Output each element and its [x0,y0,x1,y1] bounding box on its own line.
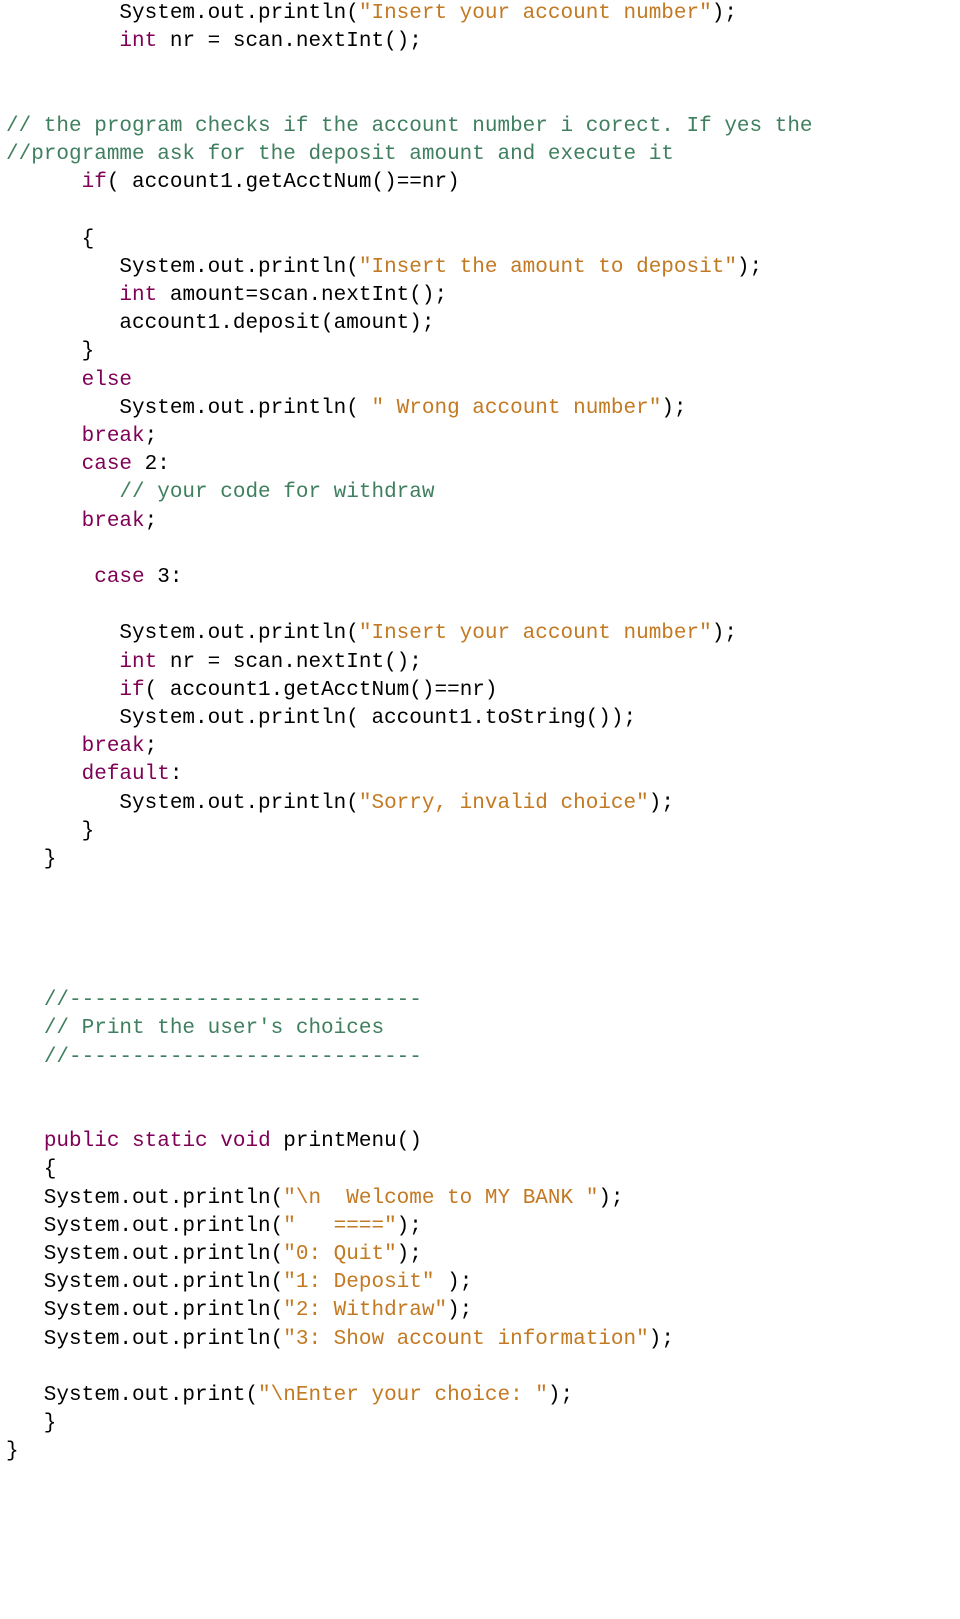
string-literal: "3: Show account information" [283,1328,648,1351]
keyword: if [119,679,144,702]
string-literal: "\nEnter your choice: " [258,1384,548,1407]
code-text [6,30,119,53]
code-text: ( account1.getAcctNum()==nr) [145,679,498,702]
comment: // your code for withdraw [119,481,434,504]
code-text: ); [712,2,737,25]
code-text [6,651,119,674]
code-text [6,566,94,589]
code-text: System.out.print( [6,1384,258,1407]
keyword: if [82,171,107,194]
code-text: System.out.println( [6,1328,283,1351]
code-text [6,453,82,476]
code-text [6,425,82,448]
code-text [6,679,119,702]
code-text: ); [737,256,762,279]
code-block: System.out.println("Insert your account … [0,0,960,1467]
code-text: System.out.println( [6,792,359,815]
keyword: break [82,425,145,448]
code-text: 2: [132,453,170,476]
code-text: ); [661,397,686,420]
keyword: int [119,284,157,307]
string-literal: "1: Deposit" [283,1271,434,1294]
code-text: System.out.println( [6,397,371,420]
code-text [6,1046,44,1069]
code-text [6,1130,44,1153]
code-text: System.out.println( [6,1271,283,1294]
code-text: ); [649,1328,674,1351]
code-text: System.out.println( [6,1243,283,1266]
code-text: } [6,820,94,843]
code-text: 3: [145,566,183,589]
code-text: System.out.println( [6,2,359,25]
keyword: int [119,30,157,53]
code-text: System.out.println( [6,1187,283,1210]
code-text: nr = scan.nextInt(); [157,651,422,674]
comment: // the program checks if the account num… [6,115,813,138]
code-text: { [6,228,94,251]
code-text: System.out.println( [6,256,359,279]
code-text: } [6,1440,19,1463]
code-text [6,284,119,307]
code-text: System.out.println( [6,1215,283,1238]
code-text: } [6,848,56,871]
code-text [6,735,82,758]
code-text: account1.deposit(amount); [6,312,434,335]
code-text: printMenu() [271,1130,422,1153]
code-text [6,510,82,533]
keyword: else [82,369,132,392]
code-text: ); [397,1215,422,1238]
string-literal: " ====" [283,1215,396,1238]
code-text: ); [397,1243,422,1266]
code-text: ; [145,425,158,448]
comment: //---------------------------- [44,989,422,1012]
code-text: System.out.println( [6,1299,283,1322]
code-text: ); [649,792,674,815]
code-text: ); [548,1384,573,1407]
code-text: ); [447,1299,472,1322]
code-text [6,1017,44,1040]
comment: //---------------------------- [44,1046,422,1069]
string-literal: "Insert the amount to deposit" [359,256,737,279]
code-text: } [6,340,94,363]
code-text [6,481,119,504]
comment: //programme ask for the deposit amount a… [6,143,674,166]
comment: // Print the user's choices [44,1017,384,1040]
code-text: { [6,1158,56,1181]
keyword: case [94,566,144,589]
keyword: default [82,763,170,786]
string-literal: "Sorry, invalid choice" [359,792,649,815]
code-text: nr = scan.nextInt(); [157,30,422,53]
code-text: ); [434,1271,472,1294]
code-text [6,763,82,786]
code-text: ; [145,510,158,533]
keyword: break [82,510,145,533]
code-text [119,1130,132,1153]
string-literal: "0: Quit" [283,1243,396,1266]
string-literal: "Insert your account number" [359,2,712,25]
code-text: : [170,763,183,786]
code-text: System.out.println( account1.toString())… [6,707,636,730]
keyword: break [82,735,145,758]
string-literal: "\n Welcome to MY BANK " [283,1187,598,1210]
keyword: int [119,651,157,674]
keyword: static [132,1130,208,1153]
code-text: ); [712,622,737,645]
keyword: case [82,453,132,476]
code-text: ( account1.getAcctNum()==nr) [107,171,460,194]
code-text: amount=scan.nextInt(); [157,284,447,307]
code-text [208,1130,221,1153]
code-text: System.out.println( [6,622,359,645]
code-text: ; [145,735,158,758]
code-text: ); [598,1187,623,1210]
code-text [6,369,82,392]
keyword: public [44,1130,120,1153]
code-text: } [6,1412,56,1435]
keyword: void [220,1130,270,1153]
string-literal: "Insert your account number" [359,622,712,645]
code-text [6,989,44,1012]
code-text [6,171,82,194]
string-literal: "2: Withdraw" [283,1299,447,1322]
string-literal: " Wrong account number" [371,397,661,420]
